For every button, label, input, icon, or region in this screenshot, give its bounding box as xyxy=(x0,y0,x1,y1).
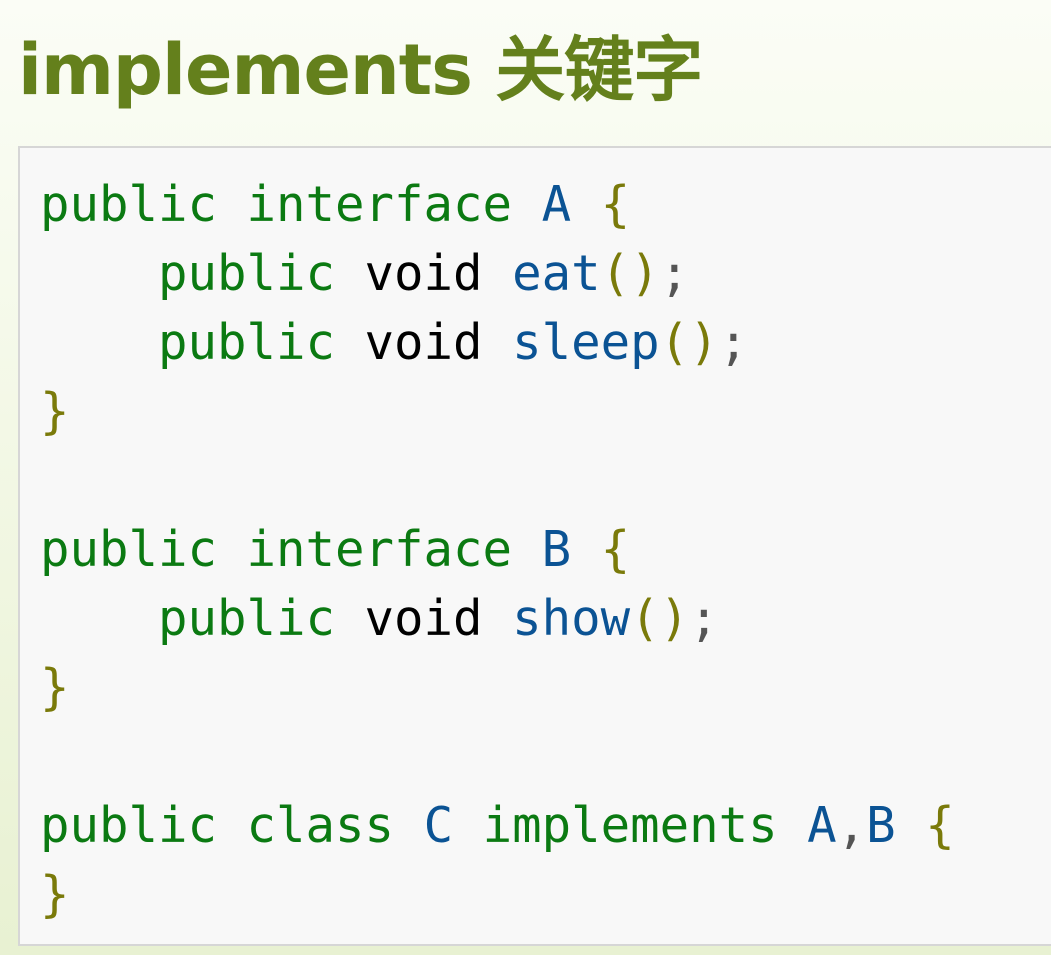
code-keyword: public xyxy=(158,314,336,371)
code-type: void xyxy=(364,590,483,647)
code-identifier: B xyxy=(541,521,572,578)
code-keyword: interface xyxy=(246,176,513,233)
code-separator: ; xyxy=(718,314,749,371)
code-punctuation: } xyxy=(40,866,70,923)
code-punctuation: () xyxy=(600,245,660,302)
code-content: public interface A { public void eat(); … xyxy=(40,170,955,929)
code-punctuation: } xyxy=(40,383,70,440)
code-line: public class C implements A,B { xyxy=(40,791,955,860)
code-identifier: C xyxy=(423,797,454,854)
code-keyword: class xyxy=(246,797,395,854)
code-separator: ; xyxy=(659,245,690,302)
code-punctuation: () xyxy=(630,590,690,647)
code-keyword: public xyxy=(158,245,336,302)
code-line: public interface A { xyxy=(40,170,955,239)
code-identifier: A xyxy=(541,176,572,233)
code-separator: , xyxy=(836,797,867,854)
code-identifier: B xyxy=(866,797,896,854)
page-title: implements 关键字 xyxy=(18,29,703,111)
code-line: } xyxy=(40,653,955,722)
code-identifier: sleep xyxy=(512,314,660,371)
code-line: public void eat(); xyxy=(40,239,955,308)
code-type: void xyxy=(364,245,483,302)
code-keyword: implements xyxy=(482,797,778,854)
code-punctuation: () xyxy=(659,314,719,371)
code-keyword: interface xyxy=(246,521,513,578)
code-punctuation: { xyxy=(600,176,631,233)
code-keyword: public xyxy=(158,590,336,647)
code-keyword: public xyxy=(40,176,218,233)
code-keyword: public xyxy=(40,797,218,854)
code-line: public void show(); xyxy=(40,584,955,653)
code-line: } xyxy=(40,860,955,929)
code-punctuation: } xyxy=(40,659,70,716)
code-identifier: A xyxy=(807,797,837,854)
code-separator: ; xyxy=(689,590,719,647)
code-type: void xyxy=(364,314,483,371)
code-punctuation: { xyxy=(925,797,955,854)
code-line: } xyxy=(40,377,955,446)
code-punctuation: { xyxy=(600,521,631,578)
code-identifier: eat xyxy=(512,245,601,302)
code-line: public interface B { xyxy=(40,515,955,584)
code-block: public interface A { public void eat(); … xyxy=(18,146,1051,946)
code-identifier: show xyxy=(512,590,631,647)
code-keyword: public xyxy=(40,521,218,578)
code-line: public void sleep(); xyxy=(40,308,955,377)
